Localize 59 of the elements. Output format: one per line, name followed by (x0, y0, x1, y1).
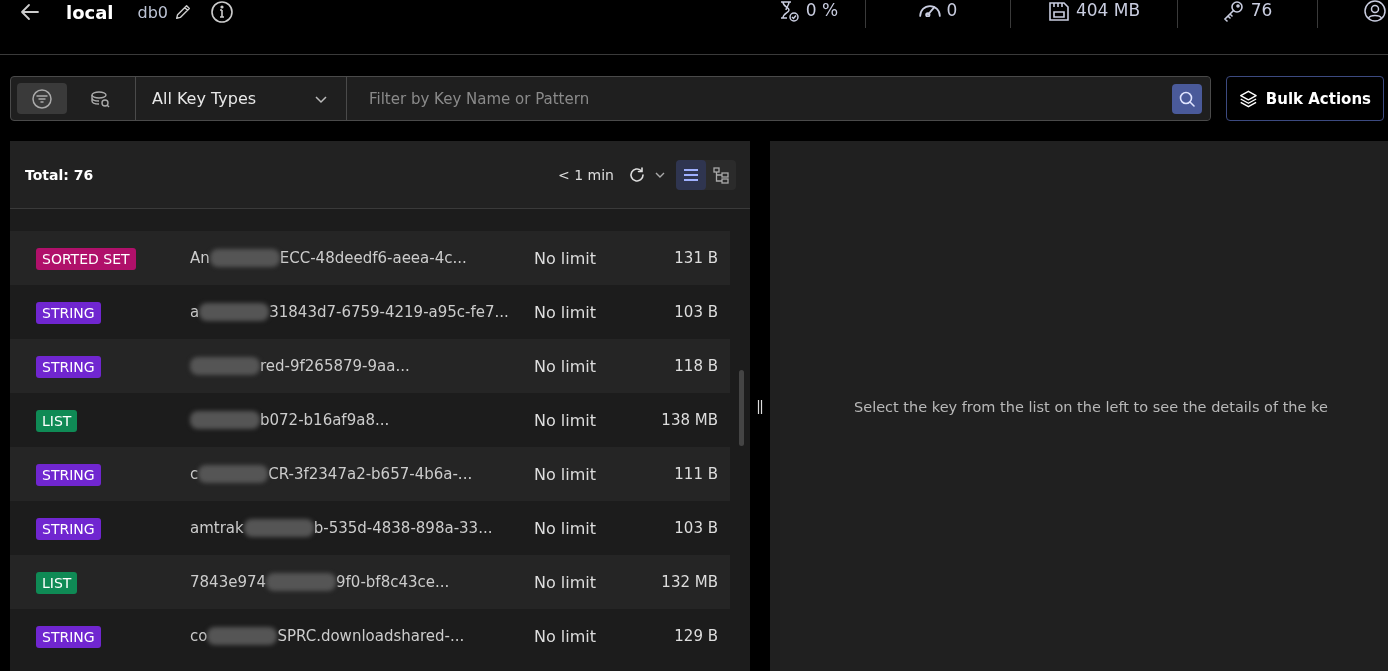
stat-value: 0 (946, 0, 958, 20)
ttl-cell-text: No limit (534, 356, 598, 376)
key-name[interactable]: 31843d7-6759-4219-a95c-fe7... (269, 303, 509, 321)
size-cell-text: 129 B (673, 627, 718, 645)
ttl-cell-text: No limit (534, 626, 598, 646)
key-name[interactable]: ECC-48deedf6-aeea-4c... (279, 249, 467, 267)
key-name[interactable]: 9f0-bf8c43ce... (336, 573, 450, 591)
size-cell-text: 118 B (673, 357, 718, 375)
size-cell-text: 103 B (673, 303, 718, 321)
stat-value: 0 % (805, 0, 839, 20)
size-cell-text: 138 MB (660, 411, 718, 429)
ttl-cell-text: No limit (534, 410, 598, 430)
bulk-actions-button[interactable]: Bulk Actions (1226, 76, 1384, 121)
info-icon[interactable] (210, 0, 235, 24)
ttl-cell-text: No limit (534, 572, 598, 592)
key-type-badge: STRING (36, 301, 101, 324)
key-icon (1222, 0, 1245, 22)
ttl-cell-text: No limit (534, 302, 598, 322)
gauge-icon (918, 5, 941, 17)
refresh-icon[interactable] (628, 165, 646, 184)
list-view-button[interactable] (676, 159, 706, 190)
total-keys-label: Total: 76 (25, 166, 94, 183)
key-name[interactable]: co (190, 627, 208, 645)
key-type-badge: STRING (36, 625, 101, 648)
last-refresh-label: < 1 min (558, 166, 614, 183)
empty-details-message: Select the key from the list on the left to see the details of the ke (854, 398, 1328, 415)
key-type-badge: STRING (36, 517, 101, 540)
database-index: db0 (137, 2, 169, 22)
key-type-badge: STRING (36, 355, 101, 378)
memory-card-icon (1047, 0, 1070, 22)
key-name[interactable]: a (190, 303, 200, 321)
key-name[interactable]: SPRC.downloadshared-... (277, 627, 465, 645)
ttl-cell-text: No limit (534, 518, 598, 538)
key-name[interactable]: red-9f265879-9aa... (260, 357, 410, 375)
size-cell-text: 132 MB (660, 573, 718, 591)
ttl-cell-text: No limit (534, 464, 598, 484)
size-cell-text: 111 B (673, 465, 718, 483)
stat-value: 404 MB (1075, 0, 1141, 20)
user-icon[interactable] (1364, 0, 1386, 22)
key-name[interactable]: amtrak (190, 519, 244, 537)
pencil-icon[interactable] (174, 3, 193, 21)
scrollbar-thumb[interactable] (739, 370, 744, 446)
key-type-badge: LIST (36, 409, 78, 432)
resize-handle-icon[interactable] (757, 399, 763, 414)
size-cell-text: 103 B (673, 519, 718, 537)
key-name[interactable]: An (190, 249, 210, 267)
size-cell-text: 131 B (673, 249, 718, 267)
key-type-badge: LIST (36, 571, 78, 594)
key-name[interactable]: c (190, 465, 199, 483)
ttl-cell-text: No limit (534, 248, 598, 268)
key-name[interactable]: b072-b16af9a8... (260, 411, 390, 429)
key-name[interactable]: CR-3f2347a2-b657-4b6a-... (268, 465, 473, 483)
tree-icon (712, 165, 730, 184)
database-alias: local (66, 1, 114, 23)
key-name[interactable]: 7843e974 (190, 573, 267, 591)
stat-value: 76 (1250, 0, 1273, 20)
key-type-badge: STRING (36, 463, 101, 486)
key-type-badge: SORTED SET (36, 247, 136, 270)
key-name[interactable]: b-535d-4838-898a-33... (313, 519, 493, 537)
